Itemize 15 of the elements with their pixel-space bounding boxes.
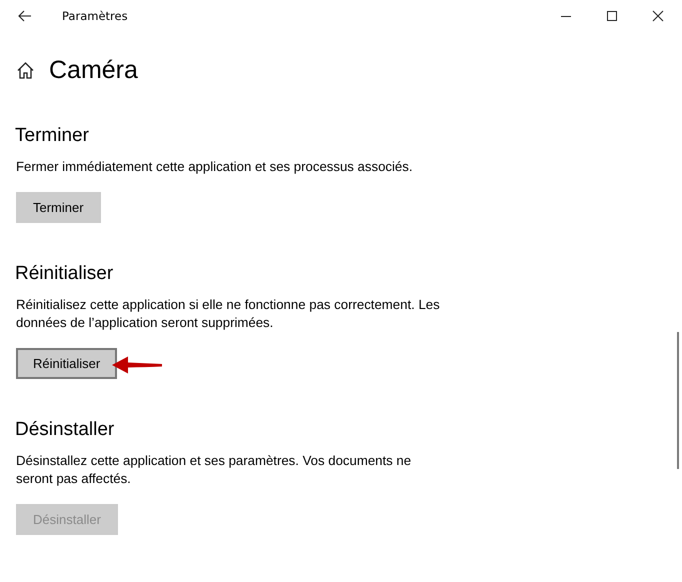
window-title: Paramètres [62, 9, 128, 23]
section-description: Réinitialisez cette application si elle ne fonctionne pas correctement. Les données de l’application seront supprimées. [16, 296, 441, 332]
scrollbar[interactable] [677, 332, 679, 469]
action-button[interactable]: Réinitialiser [16, 348, 118, 379]
section-description: Fermer immédiatement cette application et ses processus associés. [16, 158, 414, 176]
section-title: Terminer [15, 125, 90, 147]
maximize-icon[interactable] [606, 10, 618, 22]
page-title: Caméra [49, 56, 138, 85]
action-button[interactable]: Terminer [16, 192, 101, 223]
section-title: Désinstaller [15, 419, 116, 441]
close-icon[interactable] [652, 10, 664, 22]
home-icon[interactable] [16, 61, 35, 80]
section-description: Désinstallez cette application et ses paramètres. Vos documents ne seront pas affectés. [16, 452, 412, 488]
back-icon[interactable] [18, 10, 32, 22]
section-title: Réinitialiser [15, 263, 114, 285]
